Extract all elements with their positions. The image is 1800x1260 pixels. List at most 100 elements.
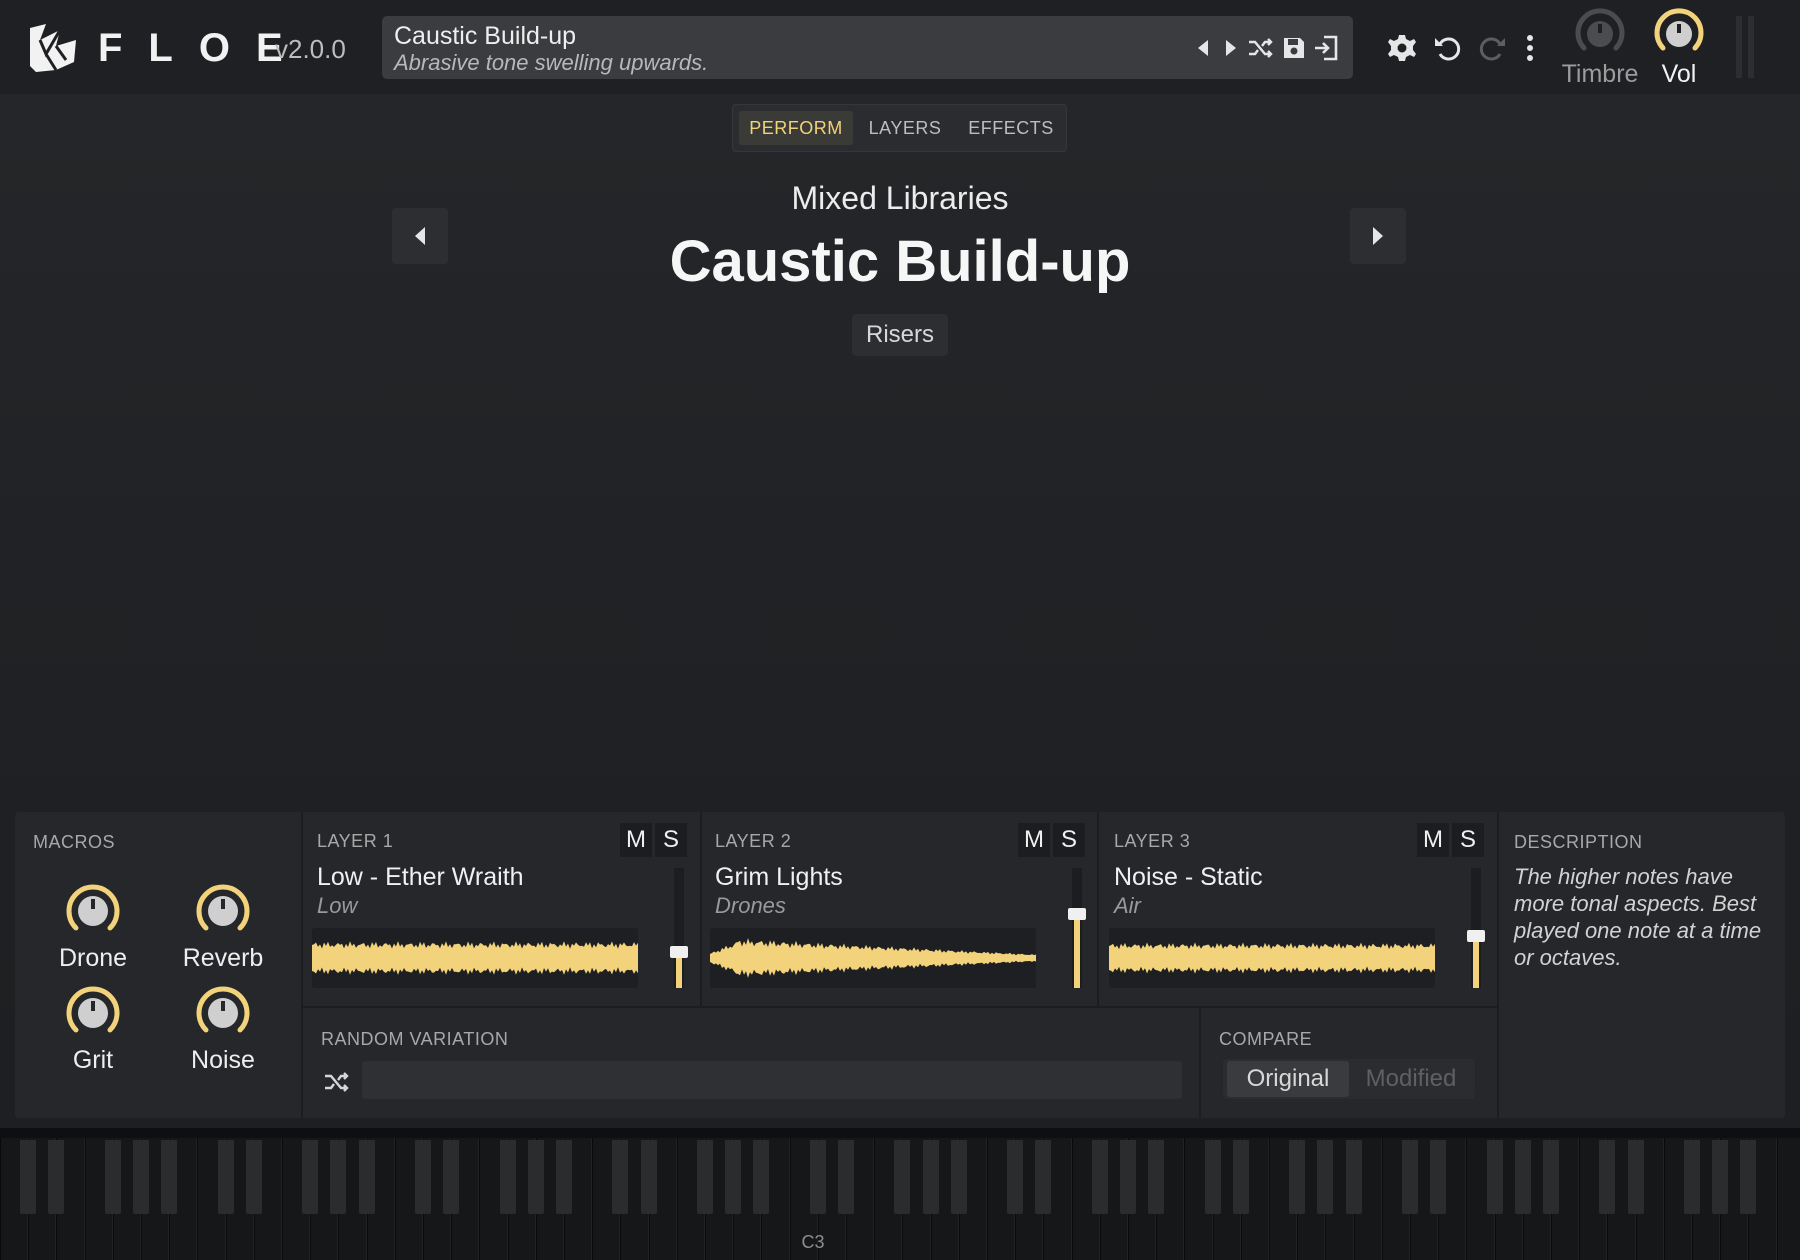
top-bar: FLOE v2.0.0 Caustic Build-up Abrasive to… [0,0,1800,94]
fader-handle[interactable] [1068,907,1086,920]
black-key[interactable] [1430,1140,1447,1214]
layer-2-heading: LAYER 2 [715,831,792,851]
black-key[interactable] [20,1140,37,1214]
black-key[interactable] [1345,1140,1362,1214]
black-key[interactable] [302,1140,319,1214]
layer-3-solo-button[interactable]: S [1452,823,1484,857]
divider [301,1006,1497,1008]
black-key[interactable] [133,1140,149,1214]
black-key[interactable] [950,1140,967,1214]
redo-icon[interactable] [1476,32,1508,64]
compare-original-button[interactable]: Original [1227,1061,1349,1097]
save-icon[interactable] [1280,34,1308,62]
black-key[interactable] [809,1140,826,1214]
black-key[interactable] [1035,1140,1052,1214]
black-key[interactable] [1120,1140,1136,1214]
black-key[interactable] [1317,1140,1334,1214]
shuffle-icon[interactable] [322,1068,350,1096]
layer-1-solo-button[interactable]: S [655,823,687,857]
black-key[interactable] [330,1140,347,1214]
black-key[interactable] [1543,1140,1559,1214]
layer-1-category: Low [317,893,358,918]
black-key[interactable] [753,1140,770,1214]
volume-knob[interactable] [1651,6,1707,62]
next-preset-icon[interactable] [1216,34,1244,62]
black-key[interactable] [1232,1140,1249,1214]
black-key[interactable] [725,1140,742,1214]
undo-icon[interactable] [1432,32,1464,64]
white-key[interactable] [1776,1138,1800,1260]
black-key[interactable] [48,1140,65,1214]
macros-heading: MACROS [33,832,116,852]
more-options-icon[interactable] [1514,32,1546,64]
layer-3-mute-button[interactable]: M [1417,823,1449,857]
layer-3-instrument-name[interactable]: Noise - Static [1114,863,1263,892]
black-key[interactable] [556,1140,572,1214]
shuffle-icon[interactable] [1246,34,1274,62]
black-key[interactable] [640,1140,657,1214]
knob-icon [66,884,120,931]
black-key[interactable] [161,1140,178,1214]
black-key[interactable] [1486,1140,1503,1214]
knob-icon [196,884,250,931]
tab-layers[interactable]: LAYERS [855,111,955,145]
settings-gear-icon[interactable] [1386,32,1418,64]
fader-fill [1074,913,1080,988]
black-key[interactable] [1402,1140,1418,1214]
layer-2-mute-button[interactable]: M [1018,823,1050,857]
tab-effects[interactable]: EFFECTS [959,111,1063,145]
black-key[interactable] [1007,1140,1024,1214]
layer-1-volume-fader[interactable] [670,868,688,988]
black-key[interactable] [217,1140,234,1214]
timbre-knob[interactable] [1572,6,1628,62]
random-variation-bar[interactable] [362,1061,1182,1099]
black-key[interactable] [245,1140,262,1214]
version-label: v2.0.0 [275,34,346,64]
macro-drone[interactable]: Drone [38,880,148,973]
black-key[interactable] [1599,1140,1616,1214]
fader-handle[interactable] [670,946,688,958]
black-key[interactable] [838,1140,854,1214]
layer-3-heading: LAYER 3 [1114,831,1191,851]
black-key[interactable] [1684,1140,1700,1214]
macro-reverb[interactable]: Reverb [168,880,278,973]
black-key[interactable] [612,1140,629,1214]
black-key[interactable] [527,1140,544,1214]
import-icon[interactable] [1312,34,1340,62]
tab-perform[interactable]: PERFORM [739,111,853,145]
black-key[interactable] [1204,1140,1221,1214]
black-key[interactable] [1148,1140,1165,1214]
black-key[interactable] [1091,1140,1108,1214]
preset-tag[interactable]: Risers [852,314,948,356]
macro-noise[interactable]: Noise [168,982,278,1075]
black-key[interactable] [1712,1140,1729,1214]
black-key[interactable] [415,1140,431,1214]
layer-2-volume-fader[interactable] [1068,868,1086,988]
waveform-shape [710,938,1036,978]
layer-1-mute-button[interactable]: M [620,823,652,857]
black-key[interactable] [499,1140,516,1214]
black-key[interactable] [443,1140,460,1214]
layer-1-instrument-name[interactable]: Low - Ether Wraith [317,863,524,892]
black-key[interactable] [104,1140,121,1214]
black-key[interactable] [922,1140,939,1214]
black-key[interactable] [1627,1140,1644,1214]
black-key[interactable] [358,1140,375,1214]
volume-label: Vol [1661,60,1697,88]
layer-2-solo-button[interactable]: S [1053,823,1085,857]
previous-preset-icon[interactable] [1190,34,1218,62]
fader-handle[interactable] [1467,930,1485,943]
preset-browser-box[interactable]: Caustic Build-up Abrasive tone swelling … [382,16,1353,79]
black-key[interactable] [697,1140,713,1214]
compare-modified-button[interactable]: Modified [1351,1061,1471,1097]
layer-3-volume-fader[interactable] [1467,868,1485,988]
layer-2-instrument-name[interactable]: Grim Lights [715,863,843,892]
piano-keyboard[interactable] [0,1128,1800,1260]
black-key[interactable] [1740,1140,1757,1214]
black-key[interactable] [1289,1140,1306,1214]
fader-fill [1473,936,1479,988]
black-key[interactable] [894,1140,911,1214]
knob-icon [196,986,250,1033]
macro-grit[interactable]: Grit [38,982,148,1075]
black-key[interactable] [1514,1140,1531,1214]
